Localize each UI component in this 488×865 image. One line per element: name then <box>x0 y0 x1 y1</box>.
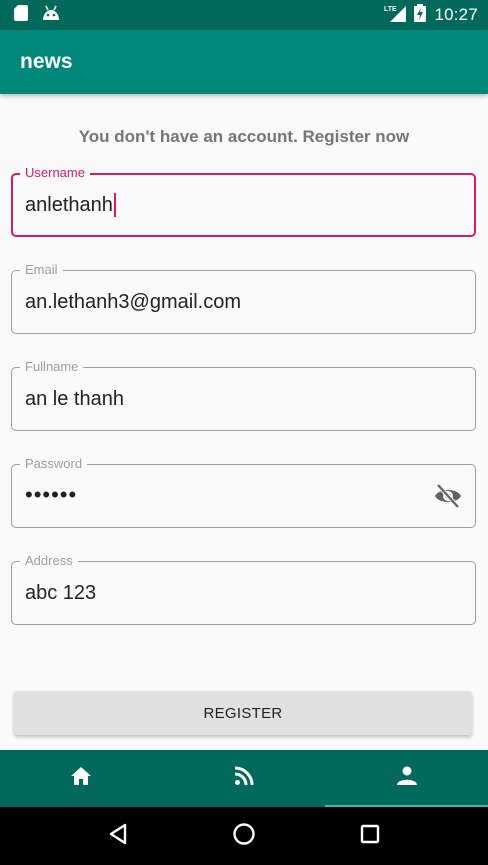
back-button[interactable] <box>98 816 138 856</box>
battery-icon <box>414 3 427 27</box>
email-label: Email <box>20 262 63 278</box>
recents-button[interactable] <box>350 816 390 856</box>
person-icon <box>396 766 417 791</box>
register-form: You don't have an account. Register now … <box>0 94 488 750</box>
svg-text:LTE: LTE <box>384 6 397 13</box>
register-heading: You don't have an account. Register now <box>78 127 410 146</box>
password-field[interactable]: Password •••••• <box>11 456 476 528</box>
home-circle-icon <box>232 822 256 851</box>
fullname-value[interactable]: an le thanh <box>25 387 124 411</box>
status-time: 10:27 <box>434 5 478 24</box>
username-label: Username <box>20 165 90 181</box>
lte-signal-icon: LTE <box>384 4 407 27</box>
nav-item-feed[interactable] <box>163 750 326 807</box>
status-right: LTE 10:27 <box>384 3 478 27</box>
app-bar: news <box>0 30 488 94</box>
nav-item-home[interactable] <box>0 750 163 807</box>
email-field[interactable]: Email an.lethanh3@gmail.com <box>11 262 476 334</box>
app-title: news <box>20 50 73 73</box>
password-value[interactable]: •••••• <box>25 483 77 507</box>
system-navigation-bar <box>0 807 488 865</box>
text-cursor <box>113 193 116 217</box>
recents-square-icon <box>360 824 380 849</box>
home-button[interactable] <box>224 816 264 856</box>
password-label: Password <box>20 456 88 472</box>
register-button[interactable]: REGISTER <box>14 691 472 735</box>
status-bar: LTE 10:27 <box>0 0 488 30</box>
home-icon <box>70 766 92 791</box>
rss-feed-icon <box>234 766 254 791</box>
address-label: Address <box>20 553 78 569</box>
nav-item-profile[interactable] <box>325 750 488 807</box>
status-left <box>14 4 60 26</box>
username-value[interactable]: anlethanh <box>25 193 116 217</box>
sd-card-icon <box>14 4 28 26</box>
android-icon <box>42 5 60 26</box>
bottom-navigation <box>0 750 488 807</box>
visibility-off-icon[interactable] <box>433 483 463 509</box>
back-triangle-icon <box>108 823 128 850</box>
fullname-label: Fullname <box>20 359 84 375</box>
email-value[interactable]: an.lethanh3@gmail.com <box>25 290 241 314</box>
address-value[interactable]: abc 123 <box>25 581 96 605</box>
address-field[interactable]: Address abc 123 <box>11 553 476 625</box>
fullname-field[interactable]: Fullname an le thanh <box>11 359 476 431</box>
username-field[interactable]: Username anlethanh <box>11 165 476 237</box>
